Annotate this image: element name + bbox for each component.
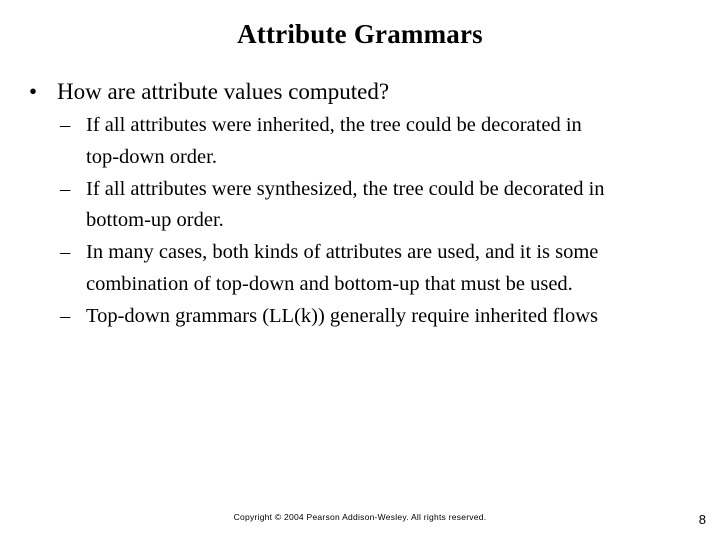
sub-bullet-text-3: In many cases, both kinds of attributes … bbox=[86, 237, 702, 301]
sub-bullet-line: In many cases, both kinds of attributes … bbox=[86, 241, 599, 264]
sub-bullet-line: If all attributes were synthesized, the … bbox=[86, 177, 605, 200]
bullet-icon: • bbox=[29, 79, 38, 104]
page-title: Attribute Grammars bbox=[237, 19, 483, 49]
sub-bullet-item-1: – If all attributes were inherited, the … bbox=[0, 110, 720, 174]
sub-bullet-line: Top-down grammars (LL(k)) generally requ… bbox=[86, 304, 599, 327]
slide-body: • How are attribute values computed? – I… bbox=[0, 76, 720, 333]
sub-bullet-text-1: If all attributes were inherited, the tr… bbox=[86, 110, 702, 174]
slide: Attribute Grammars • How are attribute v… bbox=[0, 0, 720, 540]
dash-icon: – bbox=[60, 177, 71, 200]
sub-bullet-list: – If all attributes were inherited, the … bbox=[0, 110, 720, 333]
sub-bullet-item-3: – In many cases, both kinds of attribute… bbox=[0, 237, 720, 301]
sub-bullet-line: If all attributes were inherited, the tr… bbox=[86, 114, 582, 136]
sub-bullet-text-2: If all attributes were synthesized, the … bbox=[86, 174, 702, 238]
sub-bullet-line: combination of top-down and bottom-up th… bbox=[86, 272, 573, 295]
page-number: 8 bbox=[698, 512, 706, 527]
sub-bullet-line: bottom-up order. bbox=[86, 209, 224, 232]
dash-icon: – bbox=[60, 304, 71, 327]
dash-icon: – bbox=[60, 114, 71, 136]
dash-icon: – bbox=[60, 241, 71, 264]
sub-bullet-text-4: Top-down grammars (LL(k)) generally requ… bbox=[86, 301, 702, 333]
main-bullet-text: How are attribute values computed? bbox=[57, 79, 390, 104]
sub-bullet-item-2: – If all attributes were synthesized, th… bbox=[0, 174, 720, 238]
main-bullet-item: • How are attribute values computed? bbox=[0, 76, 720, 108]
sub-bullet-item-4: – Top-down grammars (LL(k)) generally re… bbox=[0, 301, 720, 333]
sub-bullet-line: top-down order. bbox=[86, 145, 217, 168]
copyright-notice: Copyright © 2004 Pearson Addison-Wesley.… bbox=[233, 512, 487, 522]
